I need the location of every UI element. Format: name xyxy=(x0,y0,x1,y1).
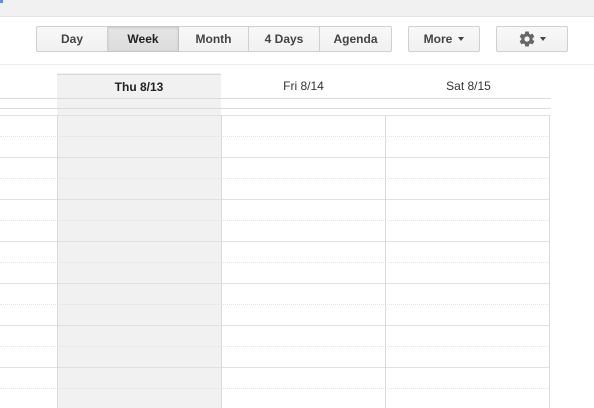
day-header-sat[interactable]: Sat 8/15 xyxy=(386,74,551,98)
half-hour-line xyxy=(0,388,550,389)
header-divider xyxy=(0,64,594,65)
allday-row-sat[interactable] xyxy=(386,98,551,109)
chevron-down-icon xyxy=(458,37,465,41)
view-week-button[interactable]: Week xyxy=(108,26,179,52)
half-hour-line xyxy=(0,178,550,179)
half-hour-line xyxy=(0,304,550,305)
view-agenda-button[interactable]: Agenda xyxy=(320,26,392,52)
allday-row-thu[interactable] xyxy=(57,98,221,109)
day-column-divider xyxy=(549,115,550,408)
settings-button[interactable] xyxy=(496,26,568,52)
view-4days-button[interactable]: 4 Days xyxy=(249,26,320,52)
view-month-button[interactable]: Month xyxy=(179,26,249,52)
gear-icon xyxy=(519,31,535,47)
hour-line xyxy=(0,241,550,242)
view-day-button[interactable]: Day xyxy=(36,26,108,52)
hour-line xyxy=(0,283,550,284)
top-accent xyxy=(0,0,3,3)
half-hour-line xyxy=(0,220,550,221)
more-button[interactable]: More xyxy=(408,26,480,52)
hour-line xyxy=(0,157,550,158)
more-label: More xyxy=(423,32,453,46)
allday-row-gutter xyxy=(0,98,57,109)
half-hour-line xyxy=(0,346,550,347)
top-strip xyxy=(0,0,594,17)
day-column-divider xyxy=(385,115,386,408)
day-column-divider xyxy=(57,115,58,408)
day-column-divider xyxy=(221,115,222,408)
week-grid: Thu 8/13 Fri 8/14 Sat 8/15 xyxy=(0,73,594,408)
allday-row-fri[interactable] xyxy=(221,98,386,109)
hour-line xyxy=(0,367,550,368)
half-hour-line xyxy=(0,136,550,137)
half-hour-line xyxy=(0,262,550,263)
day-header-thu[interactable]: Thu 8/13 xyxy=(57,74,221,98)
hour-line xyxy=(0,199,550,200)
hour-line xyxy=(0,115,550,116)
settings-chevron-down-icon xyxy=(540,37,546,41)
hour-line xyxy=(0,325,550,326)
day-header-fri[interactable]: Fri 8/14 xyxy=(221,74,386,98)
